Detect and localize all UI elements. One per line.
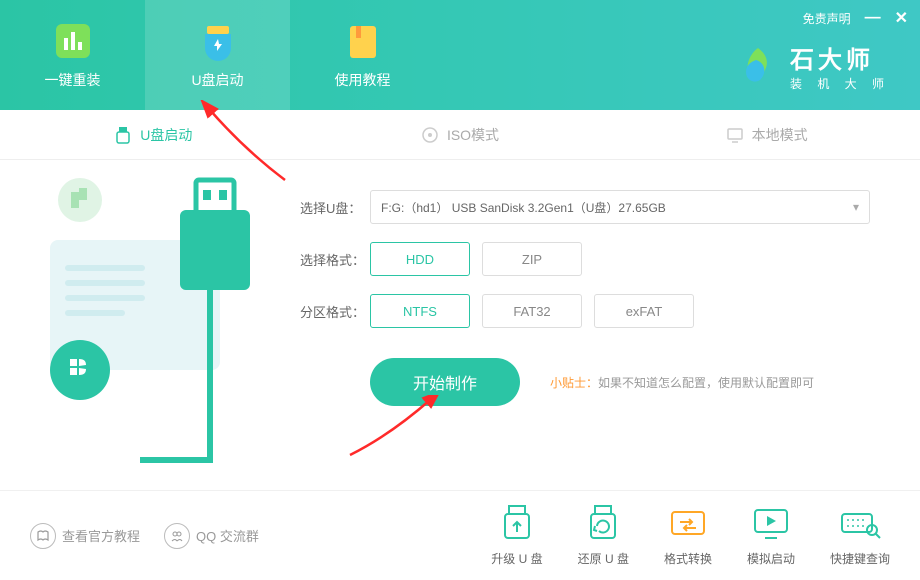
qq-group-link[interactable]: QQ 交流群 <box>164 523 259 549</box>
iso-icon <box>421 126 439 144</box>
usb-illustration <box>40 170 260 470</box>
partition-option-exfat[interactable]: exFAT <box>594 294 694 328</box>
tab-iso-mode[interactable]: ISO模式 <box>307 110 614 159</box>
monitor-icon <box>726 126 744 144</box>
partition-option-ntfs[interactable]: NTFS <box>370 294 470 328</box>
keyboard-search-icon <box>838 504 882 544</box>
partition-option-fat32[interactable]: FAT32 <box>482 294 582 328</box>
select-udisk-label: 选择U盘： <box>300 198 370 217</box>
tool-restore-usb[interactable]: 还原 U 盘 <box>578 504 629 567</box>
partition-format-label: 分区格式： <box>300 302 370 321</box>
nav-tutorial[interactable]: 使用教程 <box>290 0 435 110</box>
convert-icon <box>666 504 710 544</box>
book-icon <box>342 20 384 62</box>
bar-chart-icon <box>52 20 94 62</box>
select-format-label: 选择格式： <box>300 250 370 269</box>
start-button[interactable]: 开始制作 <box>370 358 520 406</box>
usb-icon <box>114 126 132 144</box>
usb-shield-icon <box>197 20 239 62</box>
format-option-hdd[interactable]: HDD <box>370 242 470 276</box>
nav-label: 使用教程 <box>335 70 391 90</box>
tab-label: ISO模式 <box>447 125 499 145</box>
tab-usb-boot[interactable]: U盘启动 <box>0 110 307 159</box>
nav-reinstall[interactable]: 一键重装 <box>0 0 145 110</box>
tool-simulate-boot[interactable]: 模拟启动 <box>747 504 795 567</box>
udisk-select[interactable]: F:G:（hd1） USB SanDisk 3.2Gen1（U盘）27.65GB… <box>370 190 870 224</box>
brand: 石大师 装 机 大 师 <box>736 40 890 92</box>
tip-text: 小贴士：如果不知道怎么配置，使用默认配置即可 <box>550 374 814 391</box>
tab-label: 本地模式 <box>752 125 808 145</box>
nav-usb-boot[interactable]: U盘启动 <box>145 0 290 110</box>
nav-label: 一键重装 <box>45 70 101 90</box>
brand-subtitle: 装 机 大 师 <box>790 75 890 92</box>
usb-up-icon <box>495 504 539 544</box>
format-option-zip[interactable]: ZIP <box>482 242 582 276</box>
udisk-value: F:G:（hd1） USB SanDisk 3.2Gen1（U盘）27.65GB <box>381 199 666 216</box>
nav-label: U盘启动 <box>191 70 243 90</box>
tool-upgrade-usb[interactable]: 升级 U 盘 <box>491 504 542 567</box>
tool-hotkey-lookup[interactable]: 快捷键查询 <box>830 504 890 567</box>
usb-refresh-icon <box>581 504 625 544</box>
footer: 查看官方教程 QQ 交流群 升级 U 盘 还原 U 盘 格式转换 模拟启动 快捷… <box>0 490 920 580</box>
tool-format-convert[interactable]: 格式转换 <box>664 504 712 567</box>
brand-title: 石大师 <box>790 40 890 75</box>
tip-label: 小贴士： <box>550 376 598 390</box>
mode-tabs: U盘启动 ISO模式 本地模式 <box>0 110 920 160</box>
close-button[interactable]: ✕ <box>895 8 908 28</box>
people-circle-icon <box>164 523 190 549</box>
minimize-button[interactable]: — <box>865 9 881 27</box>
tab-local-mode[interactable]: 本地模式 <box>613 110 920 159</box>
book-circle-icon <box>30 523 56 549</box>
disclaimer-link[interactable]: 免责声明 <box>803 10 851 27</box>
main-content: 选择U盘： F:G:（hd1） USB SanDisk 3.2Gen1（U盘）2… <box>0 160 920 406</box>
tab-label: U盘启动 <box>140 125 192 145</box>
brand-logo-icon <box>736 44 780 88</box>
chevron-down-icon: ▾ <box>853 200 859 214</box>
tutorial-link[interactable]: 查看官方教程 <box>30 523 140 549</box>
window-controls: 免责声明 — ✕ <box>803 8 908 28</box>
header: 一键重装 U盘启动 使用教程 免责声明 — ✕ 石大师 装 机 大 师 <box>0 0 920 110</box>
monitor-play-icon <box>749 504 793 544</box>
